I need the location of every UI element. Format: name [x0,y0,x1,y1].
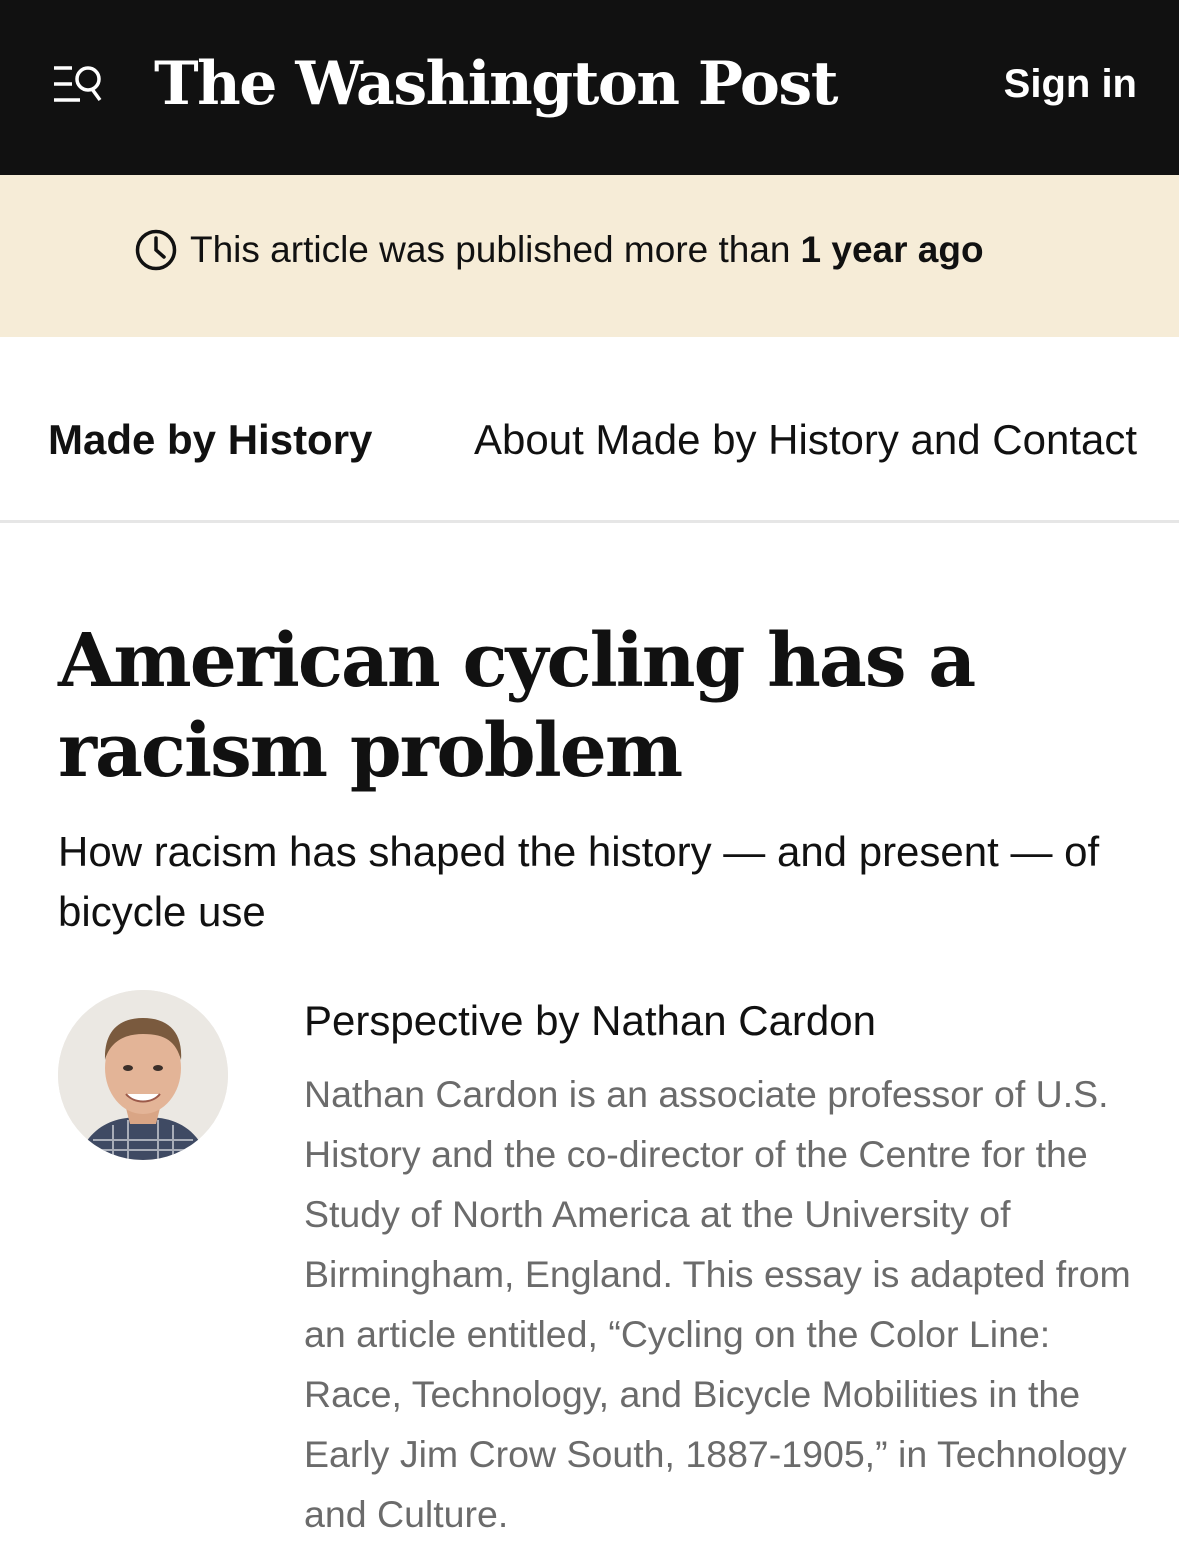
author-bio: Nathan Cardon is an associate professor … [304,1073,1131,1535]
article-subheadline: How racism has shaped the history — and … [58,828,1100,935]
author-avatar[interactable] [58,990,228,1160]
sign-in-button[interactable]: Sign in [1004,60,1137,108]
section-link-about-contact[interactable]: About Made by History and Contact [474,415,1137,465]
top-navigation-bar: The Washington Post Sign in [0,0,1179,175]
byline: Perspective by Nathan Cardon [304,993,876,1049]
article-headline: American cycling has a racism problem [58,618,976,794]
article-age-notice-content: This article was published more than 1 y… [134,226,984,274]
author-portrait-image [58,990,228,1160]
byline-prefix: Perspective by [304,997,580,1044]
section-navigation: Made by History About Made by History an… [0,337,1179,523]
author-name-link[interactable]: Nathan Cardon [591,997,876,1044]
notice-emphasis: 1 year ago [800,229,984,270]
washington-post-logo[interactable]: The Washington Post [154,44,838,124]
clock-icon [135,229,177,271]
menu-search-icon [54,66,102,102]
menu-search-button[interactable] [52,62,104,108]
notice-text: This article was published more than [190,229,791,270]
section-title-made-by-history[interactable]: Made by History [48,415,372,465]
